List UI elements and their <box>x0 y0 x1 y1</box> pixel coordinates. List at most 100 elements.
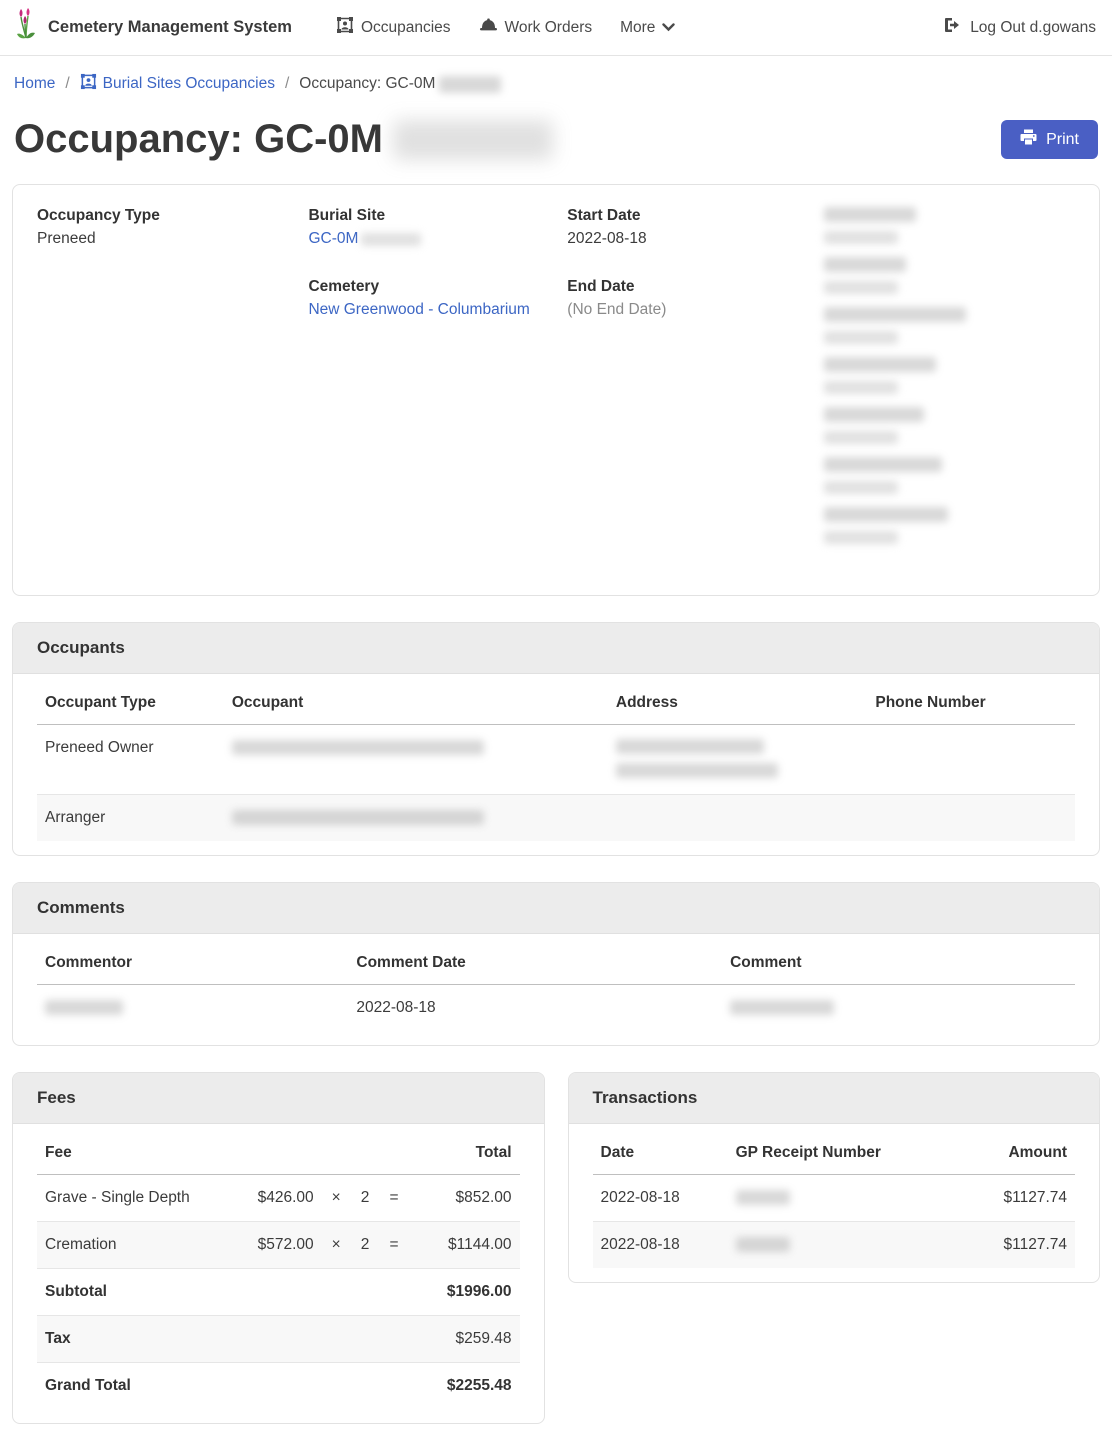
fees-card: Fees Fee Total Grave - Single Depth <box>12 1072 545 1424</box>
details-col-2: Burial Site GC-0M Cemetery New Greenwood… <box>308 207 567 573</box>
fee-price-cell: $572.00 <box>240 1222 322 1269</box>
grand-total-label: Grand Total <box>37 1363 240 1410</box>
occupants-card: Occupants Occupant Type Occupant Address… <box>12 622 1100 856</box>
breadcrumb-occupancies-link[interactable]: Burial Sites Occupancies <box>80 73 275 95</box>
fees-table: Fee Total Grave - Single Depth $426.00 ×… <box>37 1130 520 1409</box>
tulip-logo-icon <box>16 8 40 47</box>
transaction-amount-cell: $1127.74 <box>940 1222 1075 1269</box>
table-row: Grave - Single Depth $426.00 × 2 = $852.… <box>37 1175 520 1222</box>
occupant-type-cell: Arranger <box>37 795 224 842</box>
navbar: Cemetery Management System Occupancies W <box>0 0 1112 56</box>
occupant-name-cell <box>224 725 608 795</box>
comments-title: Comments <box>13 883 1099 934</box>
occupant-address-cell <box>608 795 868 842</box>
redacted-text <box>439 76 501 93</box>
details-col-4-redacted <box>824 207 1075 573</box>
field-value: GC-0M <box>308 230 567 248</box>
field-value: 2022-08-18 <box>567 230 823 248</box>
grand-total-value: $2255.48 <box>408 1363 519 1410</box>
occupancy-details-card: Occupancy Type Preneed Burial Site GC-0M… <box>12 184 1100 596</box>
occupant-address-cell <box>608 725 868 795</box>
field-label: End Date <box>567 278 823 296</box>
redacted-field <box>824 457 1075 494</box>
redacted-label <box>824 407 924 422</box>
table-row: Cremation $572.00 × 2 = $1144.00 <box>37 1222 520 1269</box>
nav-work-orders[interactable]: Work Orders <box>479 17 593 39</box>
grave-icon <box>336 16 354 39</box>
transactions-title: Transactions <box>569 1073 1100 1124</box>
redacted-field <box>824 407 1075 444</box>
column-header: Comment Date <box>348 940 722 985</box>
grave-icon <box>80 73 97 95</box>
fee-times-cell: × <box>322 1222 351 1269</box>
breadcrumb-separator: / <box>65 75 69 93</box>
redacted-value <box>824 531 898 544</box>
column-header: Commentor <box>37 940 348 985</box>
breadcrumb-current: Occupancy: GC-0M <box>299 75 501 93</box>
redacted-text <box>616 763 778 778</box>
grand-total-row: Grand Total $2255.48 <box>37 1363 520 1410</box>
comment-cell <box>722 985 1075 1032</box>
field-occupancy-type: Occupancy Type Preneed <box>37 207 308 248</box>
hardhat-icon <box>479 17 498 39</box>
table-row: Preneed Owner <box>37 725 1075 795</box>
burial-site-link[interactable]: GC-0M <box>308 230 358 248</box>
redacted-field <box>824 307 1075 344</box>
redacted-value <box>824 331 898 344</box>
transaction-date-cell: 2022-08-18 <box>593 1222 728 1269</box>
field-label: Start Date <box>567 207 823 225</box>
tax-row: Tax $259.48 <box>37 1316 520 1363</box>
logout-button[interactable]: Log Out d.gowans <box>944 17 1096 38</box>
redacted-text <box>736 1190 790 1205</box>
redacted-text <box>232 740 484 755</box>
redacted-text <box>393 120 553 160</box>
redacted-text <box>736 1237 790 1252</box>
nav-more[interactable]: More <box>620 19 675 37</box>
field-value: Preneed <box>37 230 308 248</box>
breadcrumb-separator: / <box>285 75 289 93</box>
fee-qty-cell: 2 <box>351 1175 380 1222</box>
field-value: (No End Date) <box>567 301 823 319</box>
print-button[interactable]: Print <box>1001 120 1098 159</box>
occupants-table: Occupant Type Occupant Address Phone Num… <box>37 680 1075 841</box>
subtotal-label: Subtotal <box>37 1269 240 1316</box>
breadcrumb-home-link[interactable]: Home <box>14 75 55 93</box>
column-header: Occupant <box>224 680 608 725</box>
cemetery-link[interactable]: New Greenwood - Columbarium <box>308 301 529 319</box>
redacted-text <box>730 1000 834 1015</box>
fees-title: Fees <box>13 1073 544 1124</box>
redacted-text <box>45 1000 123 1015</box>
table-row: 2022-08-18 $1127.74 <box>593 1222 1076 1269</box>
printer-icon <box>1020 129 1037 150</box>
table-row: Arranger <box>37 795 1075 842</box>
column-header: Occupant Type <box>37 680 224 725</box>
occupant-name-cell <box>224 795 608 842</box>
nav-occupancies[interactable]: Occupancies <box>336 16 451 39</box>
brand[interactable]: Cemetery Management System <box>16 8 292 47</box>
comment-date-cell: 2022-08-18 <box>348 985 722 1032</box>
details-col-3: Start Date 2022-08-18 End Date (No End D… <box>567 207 823 573</box>
field-end-date: End Date (No End Date) <box>567 278 823 319</box>
page-title: Occupancy: GC-0M <box>14 117 553 162</box>
field-label: Cemetery <box>308 278 567 296</box>
table-row: 2022-08-18 <box>37 985 1075 1032</box>
field-cemetery: Cemetery New Greenwood - Columbarium <box>308 278 567 319</box>
redacted-label <box>824 257 906 272</box>
fee-equals-cell: = <box>380 1222 409 1269</box>
redacted-label <box>824 457 942 472</box>
comments-card: Comments Commentor Comment Date Comment … <box>12 882 1100 1046</box>
redacted-label <box>824 207 916 222</box>
fee-equals-cell: = <box>380 1175 409 1222</box>
commentor-cell <box>37 985 348 1032</box>
nav-occupancies-label: Occupancies <box>361 19 451 37</box>
occupant-phone-cell <box>867 795 1075 842</box>
column-header: Comment <box>722 940 1075 985</box>
transactions-table: Date GP Receipt Number Amount 2022-08-18… <box>593 1130 1076 1268</box>
logout-icon <box>944 17 962 38</box>
fee-name-cell: Cremation <box>37 1222 240 1269</box>
redacted-label <box>824 357 936 372</box>
transactions-card: Transactions Date GP Receipt Number Amou… <box>568 1072 1101 1283</box>
chevron-down-icon <box>662 19 675 37</box>
redacted-text <box>232 810 484 825</box>
occupants-title: Occupants <box>13 623 1099 674</box>
